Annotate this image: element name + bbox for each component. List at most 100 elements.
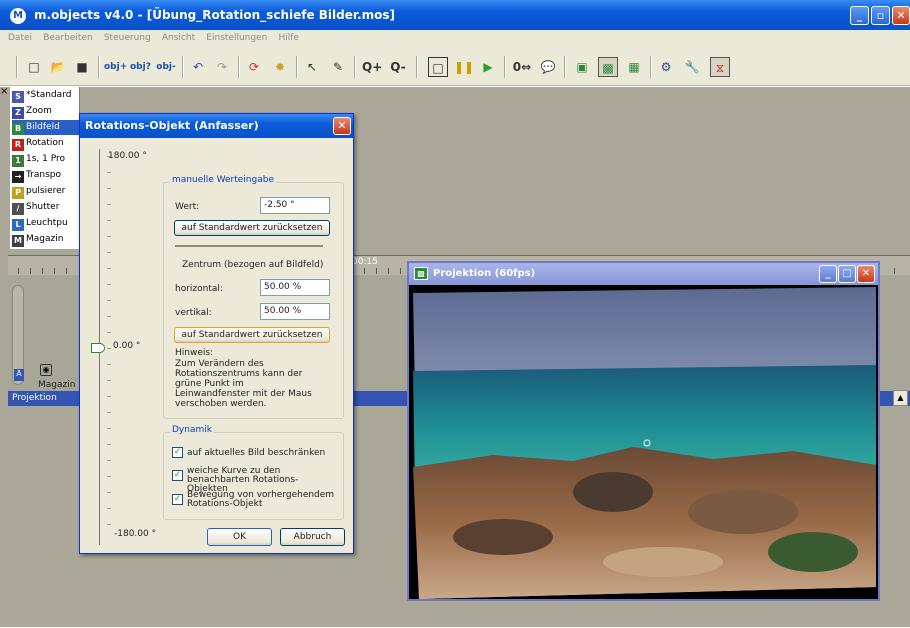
object-list-item[interactable]: Ppulsierer bbox=[12, 184, 80, 199]
object-label: Magazin bbox=[26, 234, 64, 244]
menu-bearbeiten[interactable]: Bearbeiten bbox=[43, 33, 92, 43]
app-title: m.objects v4.0 - [Übung_Rotation_schiefe… bbox=[34, 8, 396, 22]
menu-ansicht[interactable]: Ansicht bbox=[162, 33, 195, 43]
speech-icon[interactable]: 💬 bbox=[538, 57, 558, 77]
counter-icon[interactable]: 0⇔ bbox=[510, 57, 534, 77]
projection-image[interactable] bbox=[413, 287, 876, 599]
checkbox-smooth-curve[interactable]: ✓ bbox=[172, 470, 183, 481]
slider-max-label: 180.00 ° bbox=[108, 151, 147, 161]
object-remove-icon[interactable]: obj- bbox=[156, 57, 176, 77]
toolbar-separator bbox=[416, 56, 418, 78]
undo-icon[interactable]: ↶ bbox=[188, 57, 208, 77]
fade-object-icon: 1 bbox=[12, 155, 24, 167]
object-list-item[interactable]: Z Zoom bbox=[12, 104, 80, 119]
menu-einstellungen[interactable]: Einstellungen bbox=[206, 33, 267, 43]
checkbox-limit-current[interactable]: ✓ bbox=[172, 447, 183, 458]
checkbox-previous-movement[interactable]: ✓ bbox=[172, 494, 183, 505]
restore-button[interactable]: ▫ bbox=[871, 6, 890, 25]
refresh-icon[interactable]: ⟳ bbox=[244, 57, 264, 77]
close-button[interactable]: ✕ bbox=[892, 6, 910, 25]
projection-maximize-button[interactable]: □ bbox=[838, 265, 856, 283]
magazine-icon: ◉ bbox=[40, 364, 52, 376]
dialog-titlebar[interactable]: Rotations-Objekt (Anfasser) ✕ bbox=[80, 114, 353, 138]
object-list-item[interactable]: 1 1s, 1 Pro bbox=[12, 152, 80, 167]
toolbar-grip bbox=[16, 56, 18, 78]
object-list-item[interactable]: M Magazin bbox=[12, 232, 80, 247]
projection-title: Projektion (60fps) bbox=[433, 268, 536, 279]
object-list-item[interactable]: S *Standard bbox=[12, 88, 80, 103]
slider-min-label: -180.00 ° bbox=[114, 529, 157, 539]
light-object-icon: L bbox=[12, 219, 24, 231]
object-list-item[interactable]: R Rotation bbox=[12, 136, 80, 151]
rotation-slider-thumb[interactable] bbox=[91, 343, 105, 353]
ok-button[interactable]: OK bbox=[207, 528, 272, 546]
projection-titlebar[interactable]: ▩ Projektion (60fps) _ □ ✕ bbox=[409, 263, 878, 285]
object-label: Bildfeld bbox=[26, 122, 60, 132]
object-list-item-selected[interactable]: B Bildfeld bbox=[12, 120, 80, 135]
light-table-icon[interactable]: ▦ bbox=[624, 57, 644, 77]
cancel-button[interactable]: Abbruch bbox=[280, 528, 345, 546]
pulse-object-icon: P bbox=[12, 187, 24, 199]
magnet-icon[interactable]: ⧖ bbox=[710, 57, 730, 77]
toolbar: □ 📂 ■ obj+ obj? obj- ↶ ↷ ⟳ ✸ ↖ ✎ Q+ Q- □… bbox=[0, 48, 910, 86]
rotation-object-icon: R bbox=[12, 139, 24, 151]
pen-tool-icon[interactable]: ✎ bbox=[328, 57, 348, 77]
open-folder-icon[interactable]: 📂 bbox=[48, 57, 68, 77]
projection-close-button[interactable]: ✕ bbox=[857, 265, 875, 283]
transport-object-icon: → bbox=[12, 171, 24, 183]
menu-datei[interactable]: Datei bbox=[8, 33, 32, 43]
tools-icon[interactable]: ⚙ bbox=[656, 57, 676, 77]
object-list-item[interactable]: L Leuchtpu bbox=[12, 216, 80, 231]
stop-icon[interactable]: □ bbox=[428, 57, 448, 77]
projection-window-icon: ▩ bbox=[414, 267, 428, 280]
object-list-close[interactable]: × bbox=[0, 87, 10, 97]
object-label: Leuchtpu bbox=[26, 218, 68, 228]
vertikal-label: vertikal: bbox=[175, 308, 212, 318]
reset-rotation-button[interactable]: auf Standardwert zurücksetzen bbox=[174, 220, 330, 236]
menu-hilfe[interactable]: Hilfe bbox=[279, 33, 299, 43]
menu-steuerung[interactable]: Steuerung bbox=[104, 33, 151, 43]
wrench-icon[interactable]: 🔧 bbox=[682, 57, 702, 77]
zoom-in-icon[interactable]: Q+ bbox=[362, 57, 382, 77]
object-list-item[interactable]: → Transpo bbox=[12, 168, 80, 183]
bildfeld-object-icon: B bbox=[12, 123, 24, 135]
object-label: Rotation bbox=[26, 138, 64, 148]
object-properties-icon[interactable]: obj? bbox=[130, 57, 151, 77]
projection-window: ▩ Projektion (60fps) _ □ ✕ bbox=[407, 261, 880, 601]
app-titlebar[interactable]: M m.objects v4.0 - [Übung_Rotation_schie… bbox=[0, 0, 910, 30]
object-list-item[interactable]: / Shutter bbox=[12, 200, 80, 215]
play-icon[interactable]: ▶ bbox=[478, 57, 498, 77]
effects-icon[interactable]: ✸ bbox=[270, 57, 290, 77]
pause-icon[interactable]: ❚❚ bbox=[454, 57, 474, 77]
zoom-out-icon[interactable]: Q- bbox=[388, 57, 408, 77]
app-icon[interactable]: M bbox=[10, 8, 26, 24]
dialog-close-button[interactable]: ✕ bbox=[333, 117, 351, 135]
object-add-icon[interactable]: obj+ bbox=[104, 57, 127, 77]
projection-window-icon[interactable]: ▩ bbox=[598, 57, 618, 77]
toolbar-separator bbox=[650, 56, 652, 78]
new-file-icon[interactable]: □ bbox=[24, 57, 44, 77]
object-label: 1s, 1 Pro bbox=[26, 154, 66, 164]
reset-center-button[interactable]: auf Standardwert zurücksetzen bbox=[174, 327, 330, 343]
horizontal-input[interactable]: 50.00 % bbox=[260, 279, 330, 296]
scroll-up-icon[interactable]: ▲ bbox=[893, 390, 908, 406]
dialog-title: Rotations-Objekt (Anfasser) bbox=[85, 119, 259, 132]
vertikal-input[interactable]: 50.00 % bbox=[260, 303, 330, 320]
projection-track-label: Projektion bbox=[12, 393, 57, 403]
redo-icon[interactable]: ↷ bbox=[212, 57, 232, 77]
object-label: Transpo bbox=[26, 170, 62, 180]
toolbar-separator bbox=[354, 56, 356, 78]
projection-minimize-button[interactable]: _ bbox=[819, 265, 837, 283]
pointer-tool-icon[interactable]: ↖ bbox=[302, 57, 322, 77]
minimize-button[interactable]: _ bbox=[850, 6, 869, 25]
manual-group-title: manuelle Werteingabe bbox=[170, 175, 276, 185]
standard-icon: S bbox=[12, 91, 24, 103]
wert-input[interactable]: -2.50 ° bbox=[260, 197, 330, 214]
timeline-time-label: 00:15 bbox=[352, 257, 378, 267]
object-label: *Standard bbox=[26, 90, 72, 100]
toolbar-separator bbox=[504, 56, 506, 78]
magazin-label: Magazin bbox=[38, 380, 76, 390]
save-disk-icon[interactable]: ■ bbox=[72, 57, 92, 77]
screen-icon[interactable]: ▣ bbox=[572, 57, 592, 77]
hint-text: Zum Verändern des Rotationszentrums kann… bbox=[175, 359, 312, 409]
